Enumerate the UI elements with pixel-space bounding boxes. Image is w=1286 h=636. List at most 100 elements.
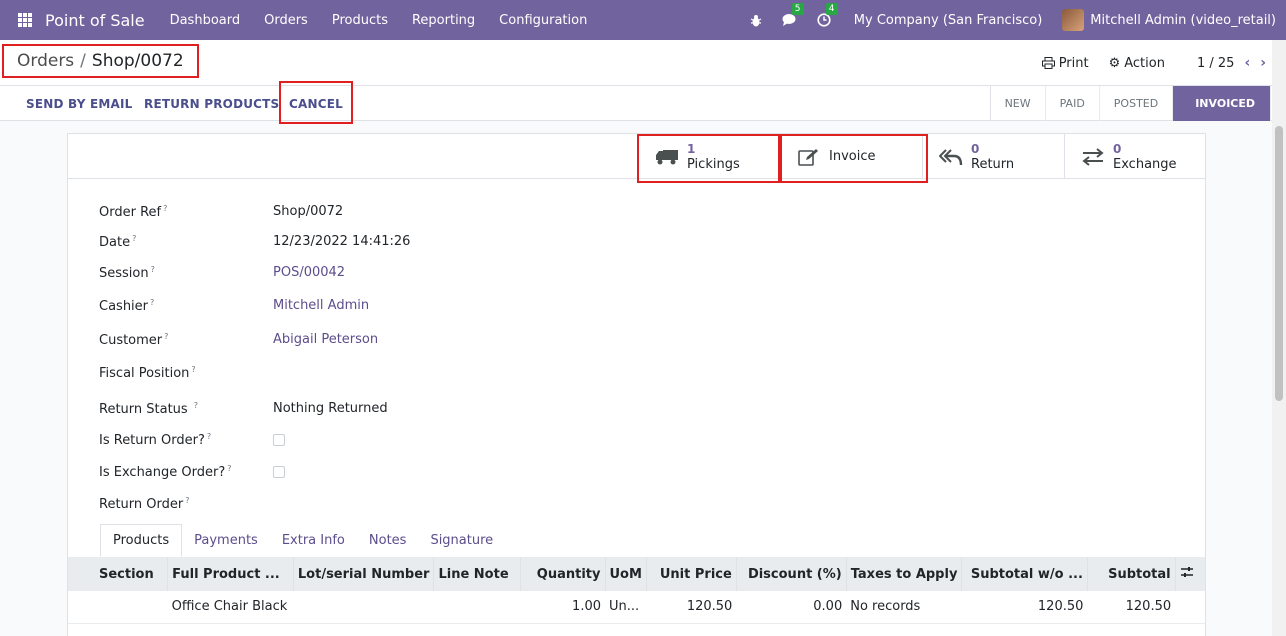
- date-label: Date?: [99, 234, 137, 251]
- customer-label: Customer?: [99, 332, 169, 349]
- print-label: Print: [1058, 55, 1089, 71]
- is-return-order-checkbox[interactable]: [273, 434, 285, 446]
- activities-clock-icon[interactable]: 4: [816, 3, 838, 28]
- action-button[interactable]: ⚙ Action: [1109, 56, 1165, 71]
- menu-products[interactable]: Products: [320, 13, 400, 28]
- pager-value[interactable]: 1 / 25: [1197, 56, 1234, 71]
- gear-icon: ⚙: [1108, 55, 1121, 71]
- field-return-order: Return Order?: [99, 496, 189, 512]
- col-lot-serial[interactable]: Lot/serial Number: [292, 557, 434, 591]
- bug-icon[interactable]: [748, 12, 764, 28]
- action-label: Action: [1124, 55, 1165, 71]
- field-is-return-order: Is Return Order??: [99, 432, 285, 449]
- cashier-label: Cashier?: [99, 298, 155, 315]
- is-exchange-order-checkbox[interactable]: [273, 466, 285, 478]
- app-name[interactable]: Point of Sale: [45, 11, 145, 30]
- order-ref-value[interactable]: Shop/0072: [273, 204, 343, 219]
- top-navbar: Point of Sale Dashboard Orders Products …: [0, 0, 1286, 40]
- order-lines-table: Section Full Product ... Lot/serial Numb…: [68, 557, 1205, 624]
- stage-posted[interactable]: POSTED: [1100, 86, 1174, 121]
- breadcrumb: Orders / Shop/0072: [2, 44, 199, 78]
- breadcrumb-current: Shop/0072: [91, 51, 184, 71]
- return-smart-button[interactable]: 0 Return: [922, 134, 1064, 179]
- stage-new[interactable]: NEW: [991, 86, 1046, 121]
- exchange-count: 0: [1113, 141, 1122, 156]
- col-unit-price[interactable]: Unit Price: [645, 557, 737, 591]
- tab-signature[interactable]: Signature: [418, 524, 505, 557]
- col-full-product[interactable]: Full Product ...: [167, 557, 294, 591]
- cell-quantity: 1.00: [572, 599, 601, 615]
- print-button[interactable]: Print: [1041, 55, 1089, 71]
- optional-columns-icon[interactable]: [1174, 557, 1205, 591]
- control-panel: Orders / Shop/0072 Print ⚙ Action 1 / 25…: [0, 40, 1286, 86]
- stage-invoiced[interactable]: INVOICED: [1173, 86, 1271, 121]
- cell-unit-price: 120.50: [686, 599, 733, 615]
- tab-notes[interactable]: Notes: [357, 524, 419, 557]
- breadcrumb-orders[interactable]: Orders: [17, 51, 74, 71]
- send-by-email-button[interactable]: SEND BY EMAIL: [26, 86, 133, 121]
- exchange-label: Exchange: [1113, 156, 1177, 172]
- return-products-button[interactable]: RETURN PRODUCTS: [144, 86, 279, 121]
- session-label: Session?: [99, 265, 155, 282]
- order-ref-label: Order Ref?: [99, 204, 168, 221]
- field-date: Date? 12/23/2022 14:41:26: [99, 234, 410, 251]
- field-return-status: Return Status? Nothing Returned: [99, 401, 388, 417]
- is-return-order-label: Is Return Order??: [99, 432, 212, 449]
- return-count: 0: [971, 141, 980, 156]
- status-bar: SEND BY EMAIL RETURN PRODUCTS CANCEL NEW…: [0, 81, 1286, 124]
- pager-previous-icon[interactable]: ‹: [1244, 55, 1250, 71]
- field-is-exchange-order: Is Exchange Order??: [99, 464, 285, 481]
- menu-orders[interactable]: Orders: [252, 13, 320, 28]
- col-section[interactable]: Section: [68, 557, 168, 591]
- tab-products[interactable]: Products: [100, 524, 183, 557]
- return-status-value: Nothing Returned: [273, 401, 388, 416]
- tab-extra-info[interactable]: Extra Info: [270, 524, 357, 557]
- apps-menu-icon[interactable]: [18, 13, 32, 27]
- exchange-arrows-icon: [1081, 147, 1105, 167]
- field-order-ref: Order Ref? Shop/0072: [99, 204, 343, 221]
- return-order-label: Return Order?: [99, 496, 190, 513]
- field-session: Session? POS/00042: [99, 265, 345, 282]
- col-subtotal-wo-tax[interactable]: Subtotal w/o ...: [961, 557, 1088, 591]
- page-scrollbar[interactable]: [1272, 40, 1286, 636]
- field-cashier: Cashier? Mitchell Admin: [99, 298, 369, 315]
- form-sheet: 1 Pickings Invoice 0 Return 0 Exchange Orde…: [67, 133, 1206, 636]
- date-value[interactable]: 12/23/2022 14:41:26: [273, 234, 410, 249]
- pager-next-icon[interactable]: ›: [1260, 55, 1266, 71]
- cancel-button[interactable]: CANCEL: [289, 86, 343, 121]
- cell-section: [68, 591, 168, 623]
- cell-taxes: No records: [850, 599, 921, 615]
- col-uom[interactable]: UoM: [604, 557, 647, 591]
- stage-paid[interactable]: PAID: [1046, 86, 1100, 121]
- user-menu[interactable]: Mitchell Admin (video_retail): [1090, 13, 1276, 28]
- table-header-row: Section Full Product ... Lot/serial Numb…: [68, 557, 1205, 591]
- col-discount[interactable]: Discount (%): [735, 557, 847, 591]
- tab-payments[interactable]: Payments: [182, 524, 270, 557]
- exchange-smart-button[interactable]: 0 Exchange: [1064, 134, 1206, 179]
- field-fiscal-position: Fiscal Position?: [99, 365, 196, 381]
- col-taxes[interactable]: Taxes to Apply: [845, 557, 962, 591]
- menu-reporting[interactable]: Reporting: [400, 13, 487, 28]
- menu-configuration[interactable]: Configuration: [487, 13, 599, 28]
- messages-icon[interactable]: 5: [782, 3, 804, 28]
- scrollbar-thumb[interactable]: [1275, 126, 1283, 401]
- company-switcher[interactable]: My Company (San Francisco): [854, 13, 1042, 28]
- messages-badge: 5: [791, 3, 804, 15]
- avatar[interactable]: [1062, 9, 1085, 31]
- cell-discount: 0.00: [813, 599, 843, 615]
- activities-badge: 4: [825, 3, 838, 15]
- menu-dashboard[interactable]: Dashboard: [158, 13, 253, 28]
- main-menu: Dashboard Orders Products Reporting Conf…: [158, 13, 600, 28]
- cell-options: [1175, 591, 1205, 623]
- customer-link[interactable]: Abigail Peterson: [273, 332, 378, 347]
- col-line-note[interactable]: Line Note: [433, 557, 521, 591]
- col-quantity[interactable]: Quantity: [519, 557, 605, 591]
- col-subtotal[interactable]: Subtotal: [1086, 557, 1176, 591]
- table-row[interactable]: Office Chair Black 1.00 Un... 120.50 0.0…: [68, 591, 1205, 623]
- is-exchange-order-label: Is Exchange Order??: [99, 464, 232, 481]
- session-link[interactable]: POS/00042: [273, 265, 345, 280]
- cashier-link[interactable]: Mitchell Admin: [273, 298, 369, 313]
- fiscal-position-label: Fiscal Position?: [99, 365, 196, 382]
- cell-product: Office Chair Black: [171, 599, 288, 615]
- notebook-tabs: Products Payments Extra Info Notes Signa…: [100, 524, 505, 557]
